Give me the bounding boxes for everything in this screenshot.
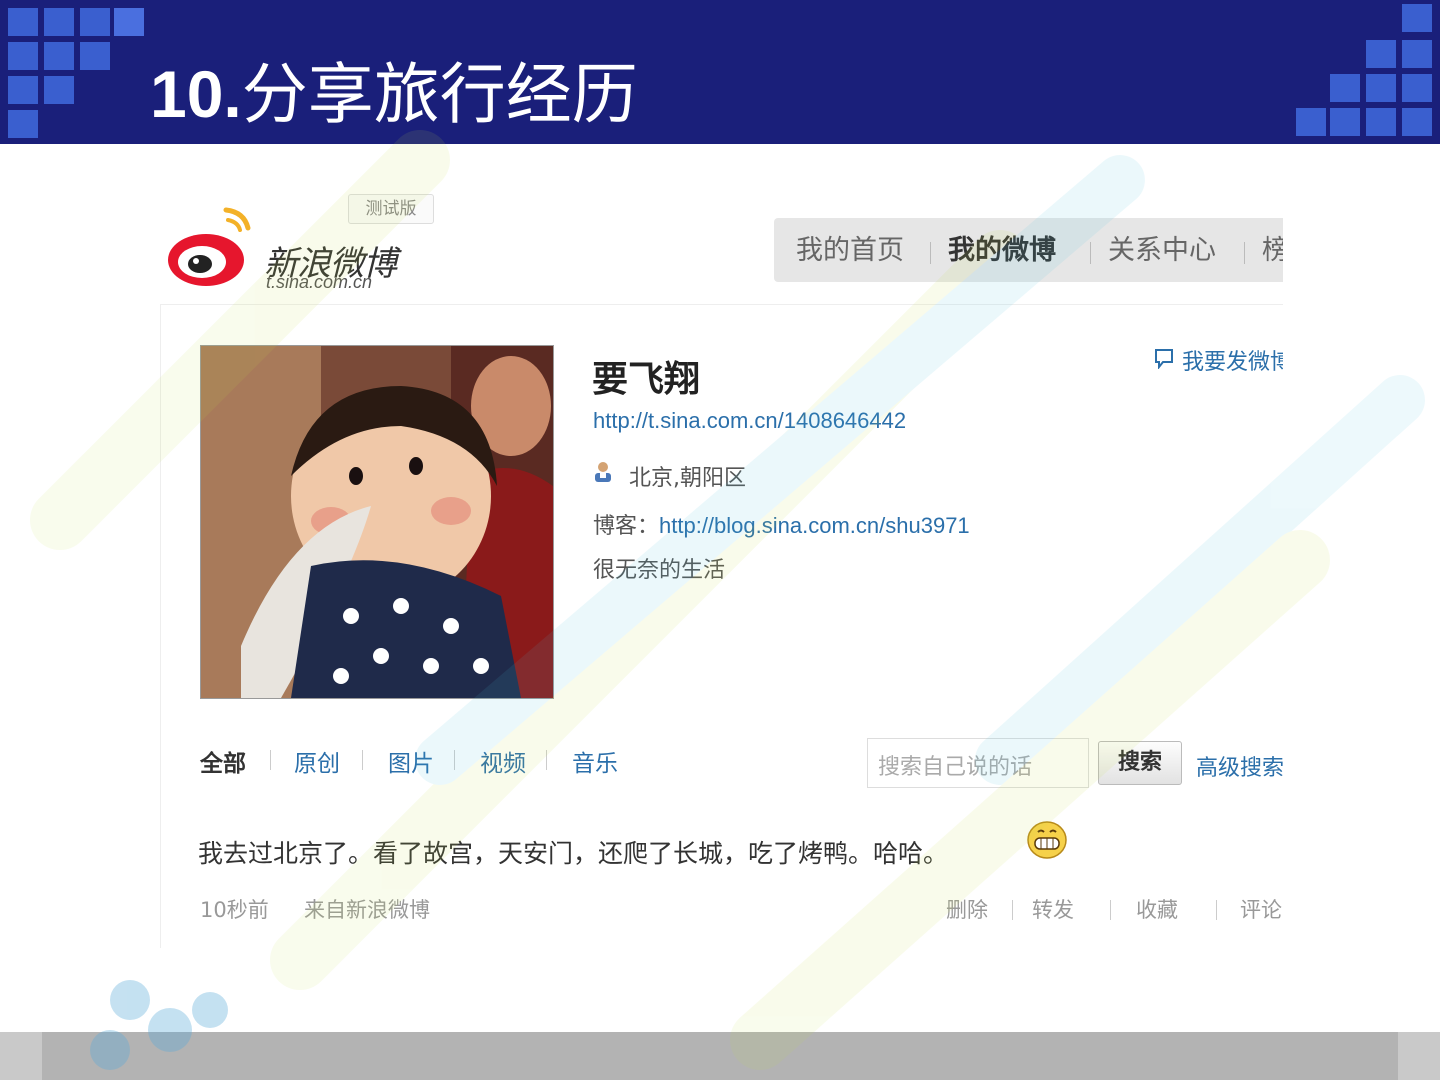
post-time[interactable]: 10秒前 <box>200 894 269 924</box>
nav-rankings[interactable]: 榜 <box>1262 234 1283 268</box>
decor-square <box>1366 108 1396 136</box>
action-divider <box>1110 900 1111 920</box>
blog-url-link[interactable]: http://blog.sina.com.cn/shu3971 <box>659 513 970 538</box>
delete-button[interactable]: 删除 <box>946 894 988 924</box>
filter-divider <box>270 750 271 770</box>
decor-square <box>44 76 74 104</box>
action-divider <box>1216 900 1217 920</box>
filter-original[interactable]: 原创 <box>294 744 340 778</box>
slide-footer <box>0 1032 1440 1080</box>
filter-divider <box>362 750 363 770</box>
nav-divider <box>1090 242 1091 264</box>
decor-square <box>8 8 38 36</box>
top-navigation: 我的首页 我的微博 关系中心 榜 <box>774 218 1283 282</box>
decor-square <box>1402 108 1432 136</box>
post-actions: 删除 转发 收藏 评论 <box>946 894 1283 924</box>
weibo-screenshot: 测试版 新浪微博 t.sina.com.cn 我的首页 我的微博 关系中心 榜 <box>160 184 1283 948</box>
blog-label: 博客： <box>593 514 660 539</box>
decor-square <box>1366 40 1396 68</box>
decor-square <box>1402 74 1432 102</box>
grin-emoji-icon <box>1027 821 1067 859</box>
filter-all[interactable]: 全部 <box>200 744 246 778</box>
logo-url: t.sina.com.cn <box>266 272 373 292</box>
decor-square <box>80 8 110 36</box>
weibo-eye-logo-icon <box>168 207 251 286</box>
decor-square <box>1296 108 1326 136</box>
slide-title-text: 分享旅行经历 <box>241 56 638 133</box>
decor-square <box>1330 108 1360 136</box>
avatar-photo <box>201 346 553 698</box>
decor-square <box>8 42 38 70</box>
nav-my-weibo[interactable]: 我的微博 <box>948 234 1056 268</box>
nav-relationship-center[interactable]: 关系中心 <box>1108 234 1216 268</box>
nav-my-home[interactable]: 我的首页 <box>796 234 904 268</box>
profile-url-link[interactable]: http://t.sina.com.cn/1408646442 <box>593 408 906 434</box>
footer-edge <box>1398 1032 1440 1080</box>
comment-button[interactable]: 评论 <box>1240 894 1282 924</box>
slide-title-number: 10. <box>150 57 242 131</box>
decor-square <box>8 76 38 104</box>
nav-divider <box>1244 242 1245 264</box>
filter-videos[interactable]: 视频 <box>480 744 526 778</box>
search-button[interactable]: 搜索 <box>1098 741 1182 785</box>
decor-square <box>1402 4 1432 32</box>
decor-square <box>80 42 110 70</box>
post-source[interactable]: 来自新浪微博 <box>304 894 430 924</box>
slide-title: 10.分享旅行经历 <box>150 52 638 137</box>
action-divider <box>1012 900 1013 920</box>
search-input[interactable]: 搜索自己说的话 <box>867 738 1089 788</box>
avatar[interactable] <box>200 345 554 699</box>
profile-bio: 很无奈的生活 <box>593 558 726 583</box>
advanced-search-link[interactable]: 高级搜索 <box>1196 750 1283 782</box>
post-text: 我去过北京了。看了故宫，天安门，还爬了长城，吃了烤鸭。哈哈。 <box>198 839 949 868</box>
sina-weibo-logo[interactable]: 测试版 新浪微博 t.sina.com.cn <box>166 192 434 292</box>
favorite-button[interactable]: 收藏 <box>1136 894 1178 924</box>
location-text: 北京,朝阳区 <box>629 466 746 491</box>
profile-nickname: 要飞翔 <box>592 359 701 400</box>
filter-music[interactable]: 音乐 <box>572 744 618 778</box>
nav-divider <box>930 242 931 264</box>
decor-square <box>44 8 74 36</box>
speech-bubble-icon <box>1155 349 1173 369</box>
decor-square <box>44 42 74 70</box>
decor-square <box>8 110 38 138</box>
decor-square <box>1402 40 1432 68</box>
decor-square <box>1366 74 1396 102</box>
filter-divider <box>546 750 547 770</box>
decor-square <box>114 8 144 36</box>
footer-edge <box>0 1032 42 1080</box>
repost-button[interactable]: 转发 <box>1032 894 1074 924</box>
beta-badge: 测试版 <box>348 194 434 224</box>
slide-header: 10.分享旅行经历 <box>0 0 1440 144</box>
filter-images[interactable]: 图片 <box>388 744 434 778</box>
compose-weibo-label: 我要发微博 <box>1182 350 1283 375</box>
decor-square <box>1330 74 1360 102</box>
person-location-icon <box>595 462 611 482</box>
profile-blog: 博客：http://blog.sina.com.cn/shu3971 <box>593 508 970 540</box>
filter-divider <box>454 750 455 770</box>
